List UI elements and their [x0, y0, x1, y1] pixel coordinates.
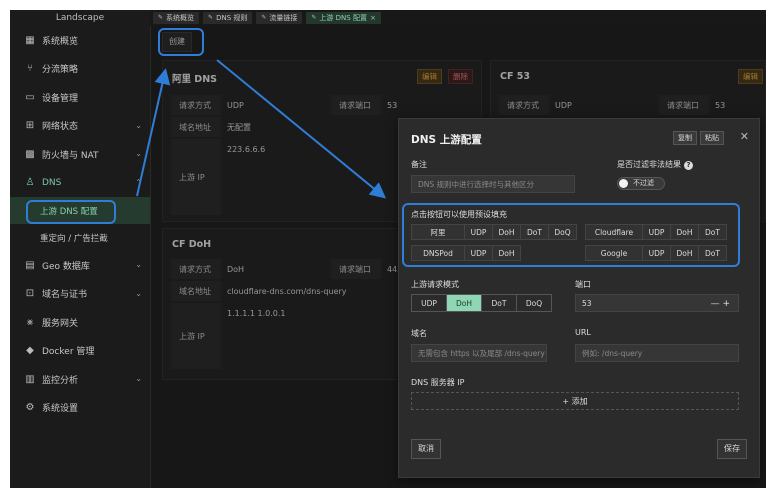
save-button[interactable]: 保存 — [717, 439, 747, 459]
sidebar-item-label: 网络状态 — [42, 122, 79, 133]
sidebar-item-routing[interactable]: ⑂ 分流策略 — [10, 55, 150, 84]
toggle-knob — [619, 179, 628, 188]
port-label: 端口 — [575, 280, 591, 289]
dialog-title: DNS 上游配置 — [411, 134, 482, 146]
chart-icon: ▥ — [25, 373, 35, 385]
chevron-up-icon: ⌃ — [135, 177, 142, 187]
pin-icon: ✎ — [311, 14, 317, 21]
certificate-icon: ⊡ — [25, 288, 35, 300]
annotation-box-presets — [402, 203, 740, 267]
sidebar-item-label: 分流策略 — [42, 65, 79, 76]
sidebar-item-label: 设备管理 — [42, 93, 79, 104]
sidebar-item-dns[interactable]: ♙ DNS ⌃ — [10, 169, 150, 198]
mode-udp[interactable]: UDP — [412, 295, 447, 311]
tab-upstream-dns[interactable]: ✎ 上游 DNS 配置 × — [306, 12, 381, 24]
mode-dot[interactable]: DoT — [482, 295, 517, 311]
brand-title: Landscape — [55, 13, 105, 23]
sidebar-item-label: DNS — [42, 177, 62, 188]
network-icon: ⊞ — [25, 120, 35, 132]
filter-label: 是否过滤非法结果? — [617, 159, 693, 170]
sidebar-item-label: 系统概览 — [42, 36, 79, 47]
remark-label: 备注 — [411, 160, 427, 169]
sidebar-item-domains[interactable]: ⊡ 域名与证书 ⌄ — [10, 280, 150, 309]
paste-button[interactable]: 粘贴 — [700, 131, 724, 145]
tab-traffic[interactable]: ✎ 流量链接 — [256, 12, 303, 24]
url-label: URL — [575, 328, 591, 337]
pin-icon: ✎ — [158, 14, 164, 21]
gear-icon: ⚙ — [25, 402, 35, 414]
sidebar-item-monitor[interactable]: ▥ 监控分析 ⌄ — [10, 365, 150, 394]
sidebar-item-label: Docker 管理 — [42, 347, 95, 358]
copy-button[interactable]: 复制 — [673, 131, 697, 145]
url-input[interactable]: 例如: /dns-query — [575, 344, 739, 362]
gateway-icon: ⨳ — [26, 316, 34, 328]
tab-dns-rules[interactable]: ✎ DNS 规则 — [203, 12, 253, 24]
domain-input[interactable]: 无需包含 https 以及尾部 /dns-query — [411, 344, 547, 362]
port-input[interactable]: 53 — + — [575, 294, 739, 312]
database-icon: ▤ — [25, 259, 35, 271]
sidebar-item-label: 系统设置 — [42, 404, 79, 415]
chevron-down-icon: ⌄ — [135, 288, 142, 298]
sidebar-item-settings[interactable]: ⚙ 系统设置 — [10, 394, 150, 423]
pin-icon: ✎ — [208, 14, 214, 21]
mode-doh[interactable]: DoH — [447, 295, 482, 311]
close-icon[interactable]: ✕ — [740, 130, 749, 143]
sidebar-item-devices[interactable]: ▭ 设备管理 — [10, 83, 150, 112]
help-icon[interactable]: ? — [684, 161, 693, 170]
mode-doq[interactable]: DoQ — [517, 295, 551, 311]
docker-icon: ◆ — [26, 345, 34, 357]
mode-selector: UDP DoH DoT DoQ — [411, 294, 552, 312]
tab-bar: ✎ 系统概览 ✎ DNS 规则 ✎ 流量链接 ✎ 上游 DNS 配置 × — [150, 10, 766, 26]
sidebar: Landscape ▦ 系统概览 ⑂ 分流策略 ▭ 设备管理 ⊞ 网络状态 ⌄ … — [10, 10, 151, 488]
sidebar-item-overview[interactable]: ▦ 系统概览 — [10, 26, 150, 55]
sidebar-item-label: 服务网关 — [42, 318, 79, 329]
filter-label-text: 是否过滤非法结果 — [617, 160, 681, 169]
cancel-button[interactable]: 取消 — [411, 439, 441, 459]
chevron-down-icon: ⌄ — [135, 374, 142, 383]
add-server-button[interactable]: + 添加 — [411, 392, 739, 410]
sidebar-item-redirect[interactable]: 重定向 / 广告拦截 — [10, 224, 150, 251]
sidebar-item-label: 防火墙与 NAT — [42, 150, 99, 161]
sidebar-nav: ▦ 系统概览 ⑂ 分流策略 ▭ 设备管理 ⊞ 网络状态 ⌄ ▩ 防火墙与 NAT… — [10, 26, 150, 422]
sidebar-item-firewall[interactable]: ▩ 防火墙与 NAT ⌄ — [10, 140, 150, 169]
firewall-icon: ▩ — [25, 148, 35, 160]
annotation-box-sidebar — [26, 200, 116, 224]
device-icon: ▭ — [25, 91, 35, 103]
user-icon: ♙ — [25, 177, 35, 189]
servers-label: DNS 服务器 IP — [411, 378, 465, 387]
mode-label: 上游请求模式 — [411, 280, 459, 289]
annotation-box-create — [158, 28, 204, 56]
sidebar-item-label: 重定向 / 广告拦截 — [40, 233, 108, 244]
toggle-label: 不过滤 — [633, 179, 654, 187]
tab-label: DNS 规则 — [216, 14, 248, 22]
grid-icon: ▦ — [25, 34, 35, 46]
chevron-down-icon: ⌄ — [135, 120, 142, 130]
tab-label: 上游 DNS 配置 — [319, 14, 367, 22]
sidebar-item-geo[interactable]: ▤ Geo 数据库 ⌄ — [10, 251, 150, 280]
sidebar-item-gateway[interactable]: ⨳ 服务网关 — [10, 308, 150, 337]
sidebar-item-docker[interactable]: ◆ Docker 管理 — [10, 337, 150, 366]
tab-label: 系统概览 — [166, 14, 195, 22]
sidebar-item-network[interactable]: ⊞ 网络状态 ⌄ — [10, 112, 150, 141]
upstream-dns-dialog: DNS 上游配置 复制 粘贴 ✕ 备注 DNS 规则中进行选择时与其他区分 是否… — [398, 118, 760, 478]
filter-toggle[interactable]: 不过滤 — [617, 177, 665, 190]
app-window: Landscape ▦ 系统概览 ⑂ 分流策略 ▭ 设备管理 ⊞ 网络状态 ⌄ … — [10, 10, 766, 488]
remark-input[interactable]: DNS 规则中进行选择时与其他区分 — [411, 175, 575, 193]
port-stepper[interactable]: — + — [711, 295, 730, 311]
sidebar-item-label: 域名与证书 — [42, 290, 88, 301]
chevron-down-icon: ⌄ — [135, 149, 142, 158]
branch-icon: ⑂ — [27, 63, 33, 75]
close-icon[interactable]: × — [370, 12, 376, 24]
sidebar-item-label: Geo 数据库 — [42, 261, 90, 272]
tab-label: 流量链接 — [269, 14, 298, 22]
chevron-down-icon: ⌄ — [135, 260, 142, 269]
sidebar-item-label: 监控分析 — [42, 375, 79, 386]
port-value: 53 — [582, 299, 592, 308]
pin-icon: ✎ — [261, 14, 267, 21]
tab-overview[interactable]: ✎ 系统概览 — [153, 12, 200, 24]
domain-label: 域名 — [411, 329, 427, 338]
